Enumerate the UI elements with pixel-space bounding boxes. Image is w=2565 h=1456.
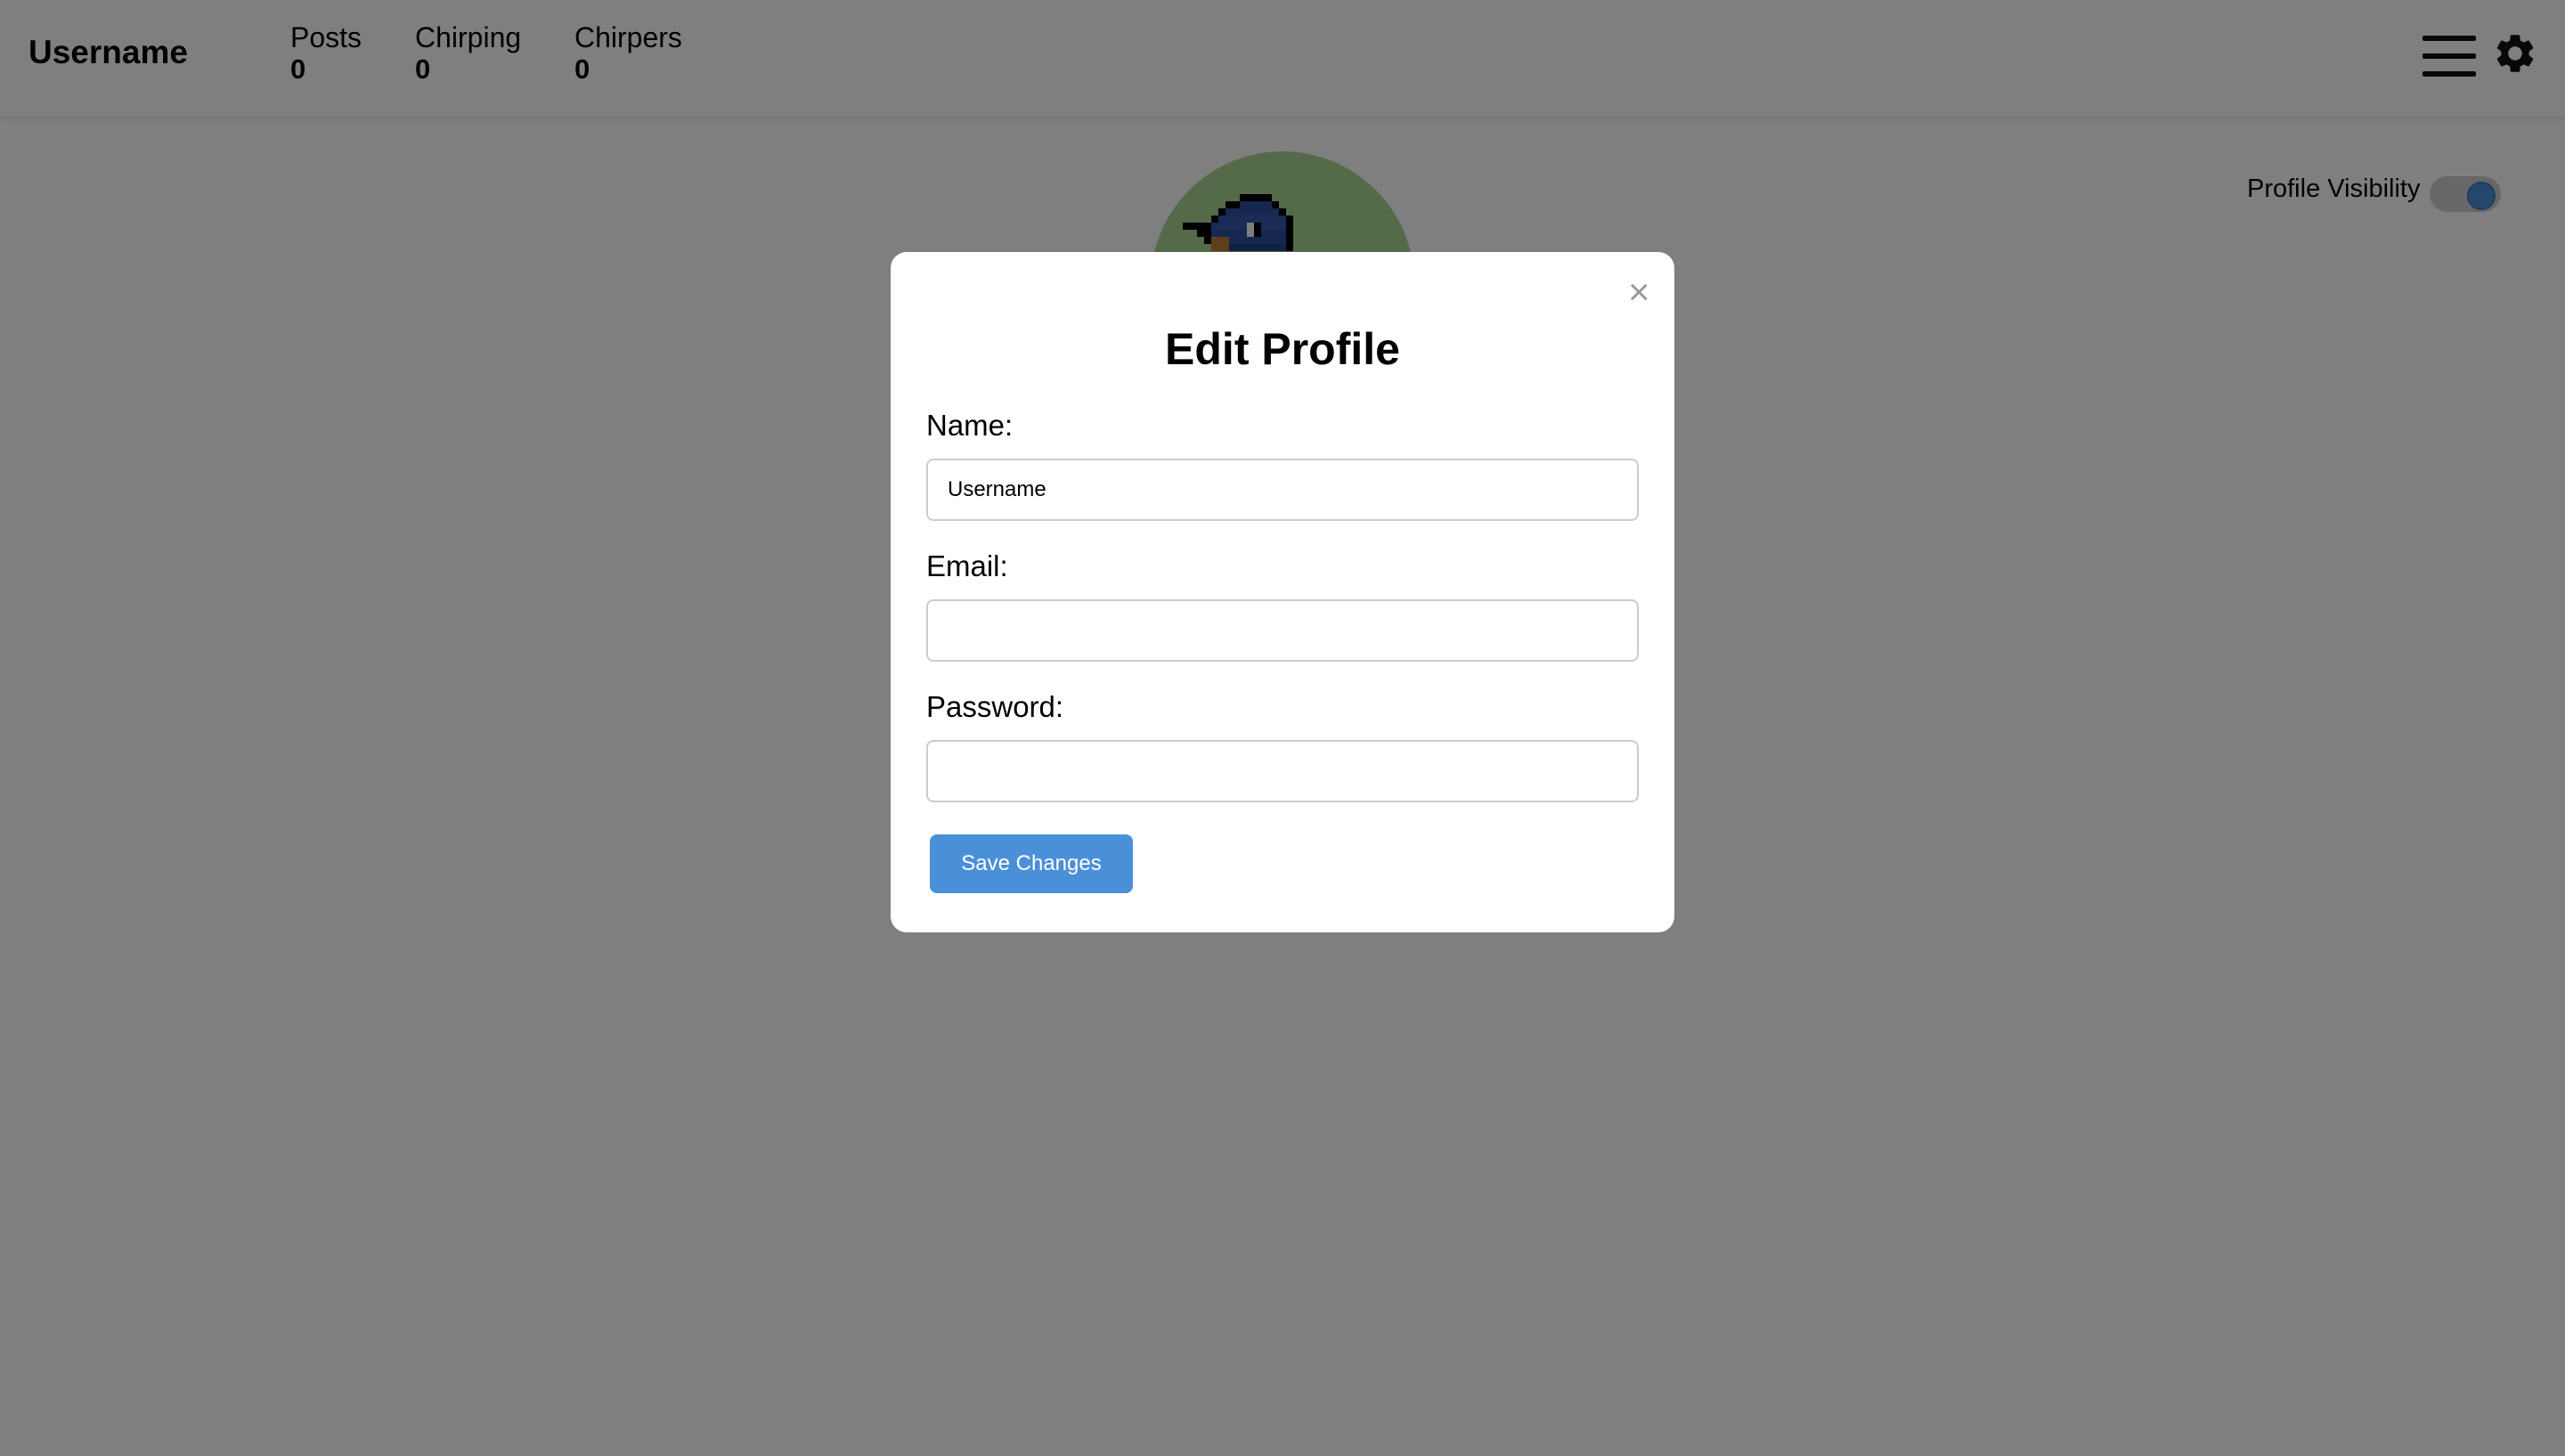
password-field[interactable] bbox=[926, 740, 1639, 802]
password-label: Password: bbox=[926, 690, 1064, 723]
profile-page: Username Posts 0 Chirping 0 Chirpers 0 bbox=[0, 0, 2565, 1456]
close-icon[interactable]: × bbox=[1628, 273, 1650, 311]
modal-title: Edit Profile bbox=[1165, 324, 1400, 374]
save-changes-button[interactable]: Save Changes bbox=[930, 834, 1133, 893]
email-field[interactable] bbox=[926, 599, 1639, 662]
edit-profile-modal: × Edit Profile Name: Email: Password: Sa… bbox=[891, 252, 1674, 932]
email-label: Email: bbox=[926, 549, 1008, 582]
name-label: Name: bbox=[926, 409, 1014, 442]
name-field[interactable] bbox=[926, 459, 1639, 521]
